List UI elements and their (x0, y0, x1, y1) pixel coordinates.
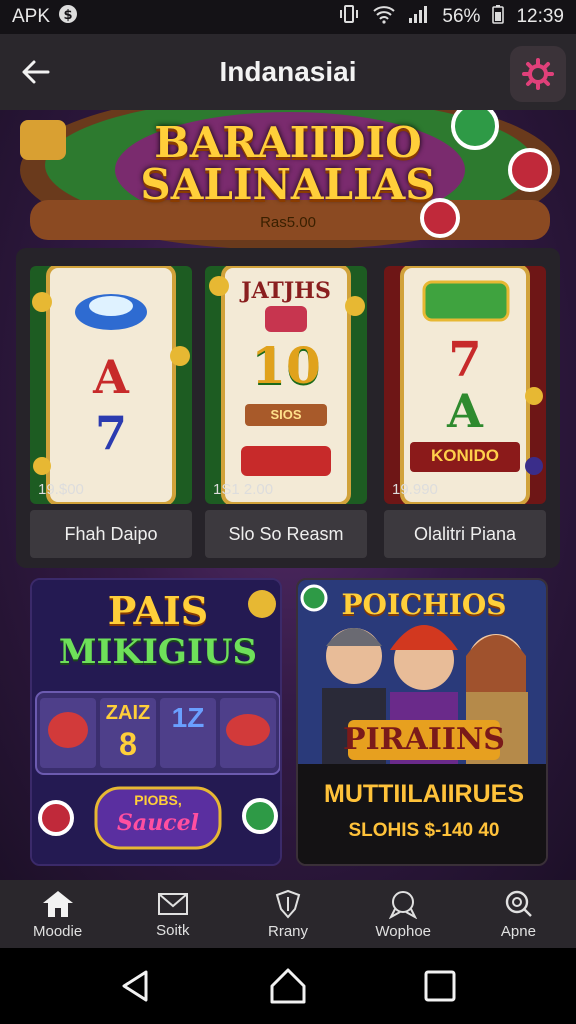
slot-label[interactable]: Olalitri Piana (384, 510, 546, 558)
slot-card[interactable]: A 7 19.$00 Fhah Daipo (30, 266, 192, 558)
mail-icon (157, 892, 188, 915)
notification-icon: $ (58, 4, 78, 30)
promo-badge-line2: Saucel (117, 810, 199, 836)
promo-reel-text: 8 (119, 726, 137, 762)
nav-label: Soitk (156, 921, 190, 939)
page-title: Indanasiai (219, 56, 357, 87)
reel-symbol: 10 (251, 336, 321, 395)
svg-text:$: $ (64, 8, 73, 23)
reel-symbol: A (93, 350, 129, 404)
nav-label: Apne (500, 922, 536, 940)
gear-icon (522, 58, 554, 90)
slot-thumbnail[interactable]: 7 A KONIDO 19.990 (384, 266, 546, 504)
slot-top-text: JATJHS (241, 278, 331, 304)
battery-icon (492, 4, 505, 30)
triangle-back-icon[interactable] (116, 966, 156, 1006)
promo-card[interactable]: PAIS MIKIGIUS ZAIZ 8 1Z PIOBS, Saucel (30, 578, 282, 866)
slot-price: 1S1 2.00 (213, 481, 274, 498)
promo-reel-text: ZAIZ (105, 702, 151, 724)
signal-icon (408, 4, 430, 30)
home-icon (42, 890, 73, 917)
slot-plate-text: SIOS (270, 407, 302, 422)
nav-label: Rrany (268, 922, 309, 940)
slot-card[interactable]: 7 A KONIDO 19.990 Olalitri Piana (384, 266, 546, 558)
nav-item-search[interactable]: Apne (461, 880, 576, 948)
status-bar: APK $ 56% 12:39 (0, 0, 576, 34)
nav-item-shield[interactable]: Rrany (230, 880, 345, 948)
slot-thumbnail[interactable]: A 7 19.$00 (30, 266, 192, 504)
promo-title: MUTTIILAIIRUES (324, 780, 524, 808)
banner-subtitle: Ras5.00 (260, 214, 316, 231)
shield-icon (275, 889, 301, 919)
slot-card[interactable]: JATJHS 10 SIOS 1S1 2.00 Slo So Reasm (205, 266, 367, 558)
carrier-label: APK (12, 6, 51, 27)
slots-panel: A 7 19.$00 Fhah Daipo JATJHS 10 SIOS 1S1… (16, 248, 560, 568)
clock: 12:39 (516, 6, 564, 27)
promo-top-text: POICHIOS (341, 588, 507, 621)
promo-banner-text: PIRAIINS (343, 722, 505, 757)
slot-price: 19.$00 (38, 481, 84, 498)
slot-thumbnail[interactable]: JATJHS 10 SIOS 1S1 2.00 (205, 266, 367, 504)
battery-percent: 56% (442, 6, 481, 27)
bottom-nav: Moodie Soitk Rrany Wophoe Apne (0, 880, 576, 948)
promo-price: SLOHIS $-140 40 (348, 820, 500, 841)
reel-symbol: 7 (448, 332, 482, 388)
square-recents-icon[interactable] (420, 966, 460, 1006)
hero-banner[interactable]: BARAIIDIO SALINALIAS Ras5.00 (0, 110, 576, 250)
nav-item-chat[interactable]: Wophoe (346, 880, 461, 948)
reel-symbol: A (447, 384, 483, 438)
main-content: BARAIIDIO SALINALIAS Ras5.00 A 7 19.$00 (0, 110, 576, 880)
promo-reel-text: 1Z (171, 702, 205, 733)
system-nav-bar (0, 948, 576, 1024)
search-icon (506, 890, 533, 917)
vibrate-icon (338, 3, 360, 31)
nav-item-mail[interactable]: Soitk (115, 880, 230, 948)
slot-price: 19.990 (392, 481, 438, 498)
promo-info: MUTTIILAIIRUES SLOHIS $-140 40 (298, 764, 546, 864)
settings-button[interactable] (510, 46, 566, 102)
circle-home-icon[interactable] (268, 966, 308, 1006)
arrow-left-icon (22, 60, 50, 84)
promo-title-line2: MIKIGIUS (58, 632, 258, 672)
wifi-icon (372, 4, 396, 30)
slot-label[interactable]: Fhah Daipo (30, 510, 192, 558)
reel-symbol: 7 (94, 406, 127, 460)
chat-icon (389, 890, 418, 919)
nav-label: Moodie (33, 922, 83, 940)
promo-title-line1: PAIS (107, 588, 209, 633)
promo-badge-line1: PIOBS, (134, 792, 182, 808)
slot-label[interactable]: Slo So Reasm (205, 510, 367, 558)
nav-item-home[interactable]: Moodie (0, 880, 115, 948)
back-button[interactable] (18, 54, 54, 90)
promo-card[interactable]: POICHIOS PIRAIINS MUTTIILAIIRUES SLOHIS … (296, 578, 548, 866)
banner-title-line2: SALINALIAS (140, 160, 436, 209)
nav-label: Wophoe (375, 922, 432, 940)
slot-bottom-text: KONIDO (431, 446, 499, 465)
app-header: Indanasiai (0, 34, 576, 110)
